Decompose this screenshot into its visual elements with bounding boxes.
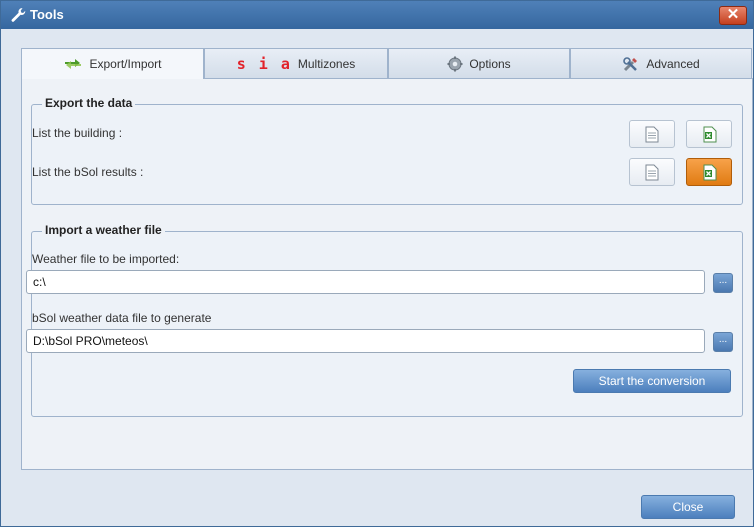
title-bar: Tools ✕	[1, 1, 753, 29]
export-results-excel-button[interactable]	[686, 158, 732, 186]
window-close-button[interactable]: ✕	[719, 6, 747, 25]
sia-logo: s i a	[236, 54, 292, 73]
tab-export-import-label: Export/Import	[89, 57, 162, 71]
export-group: Export the data List the building : List…	[31, 96, 743, 205]
weather-file-input[interactable]: c:\	[26, 270, 705, 294]
close-button[interactable]: Close	[641, 495, 735, 519]
tab-multizones[interactable]: s i a Multizones	[204, 48, 388, 78]
weather-file-label: Weather file to be imported:	[32, 252, 180, 266]
gear-icon	[447, 56, 463, 71]
window-title: Tools	[30, 7, 64, 22]
list-results-label: List the bSol results :	[32, 165, 144, 179]
weather-file-browse-button[interactable]: ...	[713, 273, 733, 293]
tab-advanced[interactable]: Advanced	[570, 48, 752, 78]
export-results-text-button[interactable]	[629, 158, 675, 186]
tools-window: Tools ✕ Export/Import s i a Multizones O…	[0, 0, 754, 527]
export-group-title: Export the data	[42, 96, 136, 110]
bsol-file-input[interactable]: D:\bSol PRO\meteos\	[26, 329, 705, 353]
tab-options[interactable]: Options	[388, 48, 570, 78]
import-group: Import a weather file Weather file to be…	[26, 223, 743, 417]
tab-advanced-label: Advanced	[646, 56, 700, 71]
tab-content-export-import: Export the data List the building : List…	[21, 78, 753, 470]
text-document-icon	[645, 126, 659, 142]
tab-bar: Export/Import s i a Multizones Options A…	[21, 48, 753, 79]
excel-icon	[703, 164, 716, 180]
bsol-file-label: bSol weather data file to generate	[32, 311, 212, 325]
export-building-excel-button[interactable]	[686, 120, 732, 148]
excel-icon	[703, 126, 716, 142]
import-group-title: Import a weather file	[42, 223, 165, 237]
wrench-icon	[11, 8, 26, 22]
tab-options-label: Options	[469, 56, 511, 71]
arrows-exchange-icon	[65, 59, 82, 69]
text-document-icon	[645, 164, 659, 180]
list-building-label: List the building :	[32, 126, 123, 140]
bsol-file-browse-button[interactable]: ...	[713, 332, 733, 352]
export-building-text-button[interactable]	[629, 120, 675, 148]
tab-export-import[interactable]: Export/Import	[21, 48, 204, 79]
tools-icon	[623, 56, 638, 71]
tab-multizones-label: Multizones	[297, 56, 356, 71]
start-conversion-button[interactable]: Start the conversion	[573, 369, 731, 393]
